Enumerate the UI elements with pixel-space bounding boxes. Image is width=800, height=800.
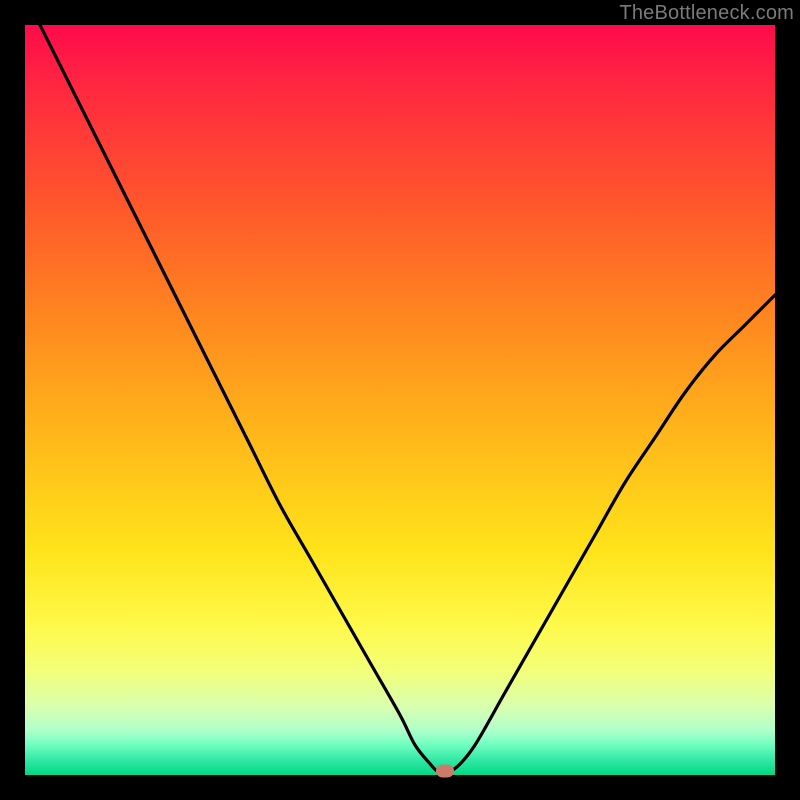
bottleneck-curve <box>25 25 775 775</box>
attribution-text: TheBottleneck.com <box>619 2 794 25</box>
chart-frame: TheBottleneck.com <box>0 0 800 800</box>
optimal-point-marker <box>436 765 454 778</box>
